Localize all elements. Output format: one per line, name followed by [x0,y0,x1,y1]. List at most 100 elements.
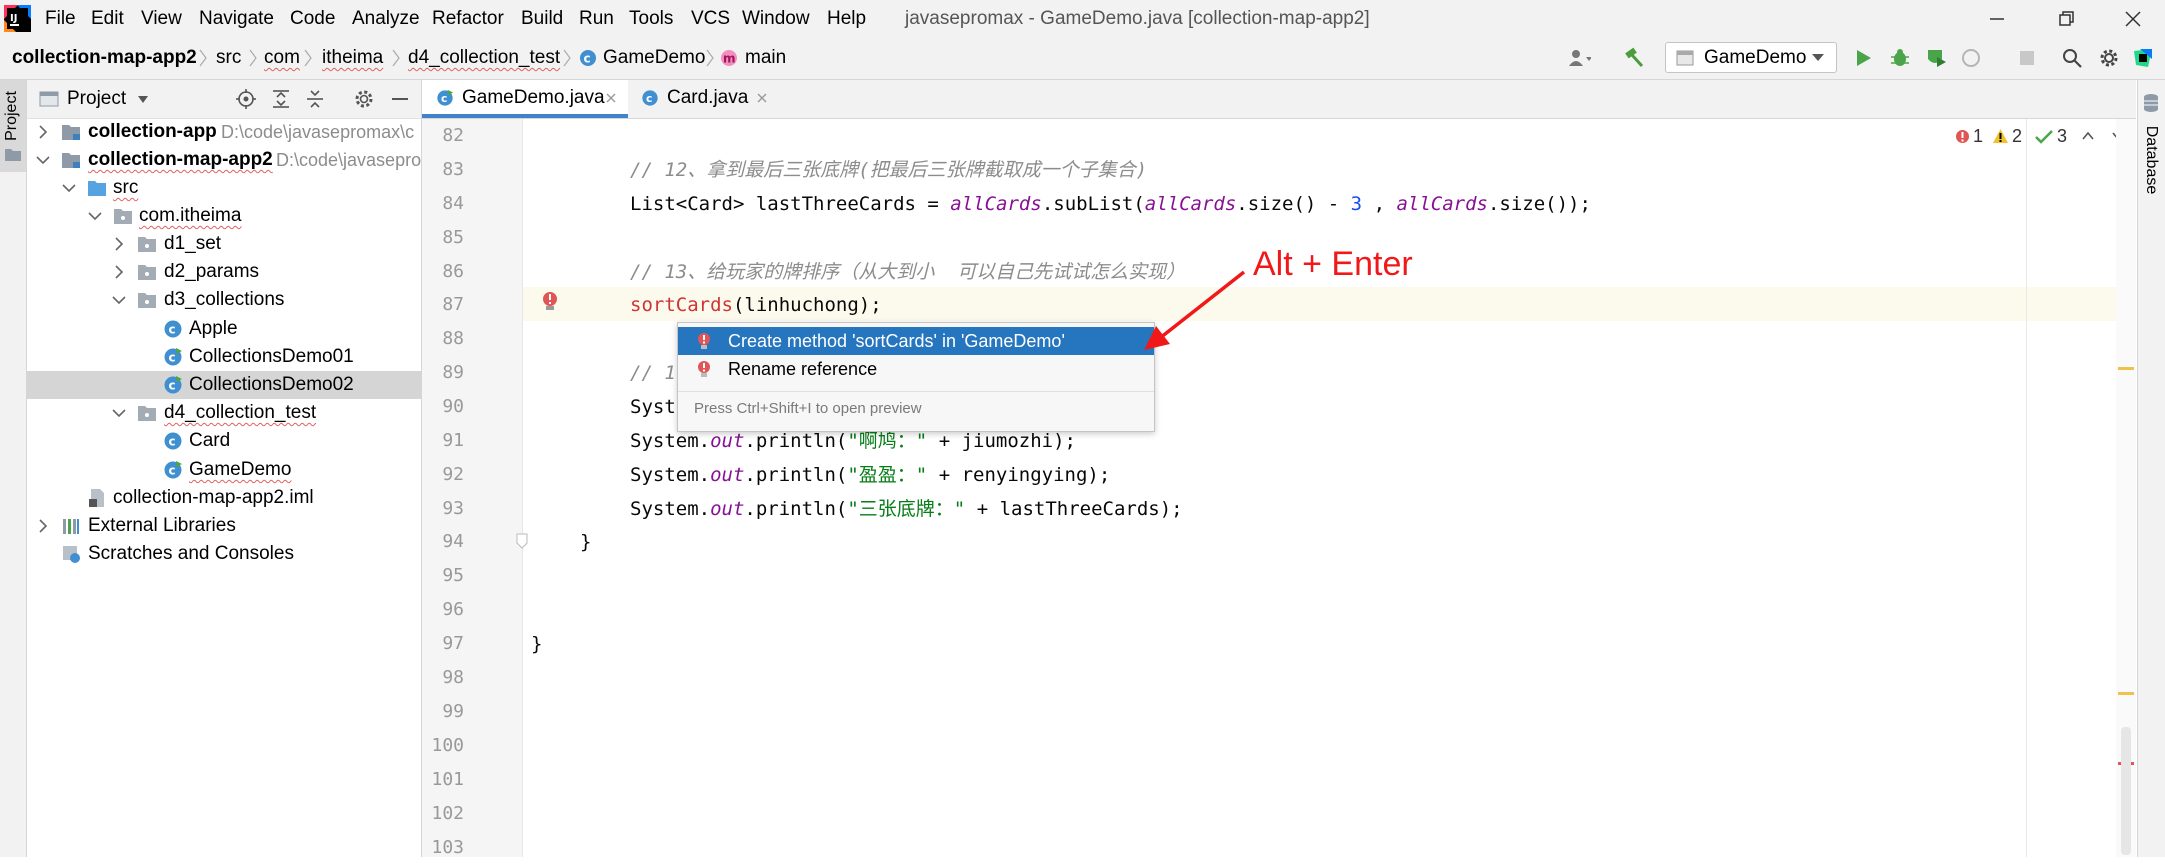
database-tool-label[interactable]: Database [2141,125,2161,195]
error-count[interactable]: 1 [1973,121,1983,151]
code-token: .size()); [1487,193,1591,215]
profile-button[interactable] [1961,46,1985,70]
collapse-all-icon[interactable] [304,88,326,110]
tree-item-collectionsdemo02[interactable]: c CollectionsDemo02 [27,371,421,399]
close-window-button[interactable] [2101,0,2165,37]
menu-vcs[interactable]: VCS [691,0,730,37]
search-everywhere-button[interactable] [2060,46,2084,70]
menu-tools[interactable]: Tools [629,0,673,37]
tree-item-label: CollectionsDemo02 [189,374,354,395]
debug-button[interactable] [1888,46,1912,70]
right-tool-strip [2137,80,2165,857]
menu-edit[interactable]: Edit [91,0,124,37]
line-number: 82 [442,125,464,146]
package-icon [138,265,156,280]
breadcrumb-project[interactable]: collection-map-app2 [12,37,197,79]
tree-item-iml-file[interactable]: collection-map-app2.iml [27,484,421,512]
tree-item-label: CollectionsDemo01 [189,346,354,367]
tree-item-external-libraries[interactable]: External Libraries [27,512,421,540]
run-button[interactable] [1851,46,1875,70]
tree-item-d1-set[interactable]: d1_set [27,230,421,258]
locate-icon[interactable] [235,88,257,110]
fold-marker-icon[interactable] [515,533,529,549]
tree-item-d4-collection-test[interactable]: d4_collection_test [27,399,421,427]
tab-gamedemo-java[interactable]: c GameDemo.java [422,80,628,118]
stop-button[interactable] [2015,46,2039,70]
tree-item-d3-collections[interactable]: d3_collections [27,286,421,314]
warning-marker[interactable] [2118,692,2134,695]
vcs-user-button[interactable] [1567,46,1591,70]
close-tab-icon[interactable] [755,91,769,105]
settings-button[interactable] [2097,46,2121,70]
unresolved-method-call[interactable]: sortCards [630,294,733,316]
tree-item-card[interactable]: c Card [27,427,421,455]
menu-navigate[interactable]: Navigate [199,0,274,37]
line-number: 96 [442,599,464,620]
breadcrumb-src[interactable]: src [216,37,241,79]
scrollbar-thumb[interactable] [2121,727,2131,855]
breadcrumb-d4-collection-test[interactable]: d4_collection_test [408,37,560,79]
breadcrumb-com[interactable]: com [264,37,300,79]
restore-button[interactable] [2035,0,2099,37]
expand-all-icon[interactable] [270,88,292,110]
tree-item-gamedemo[interactable]: c GameDemo [27,456,421,484]
build-button[interactable] [1622,46,1646,70]
tree-item-collectionsdemo01[interactable]: c CollectionsDemo01 [27,343,421,371]
database-icon[interactable] [2142,93,2160,113]
tree-item-label: Card [189,430,231,451]
code-token-field: out [710,430,745,452]
menu-file[interactable]: File [45,0,76,37]
warning-marker[interactable] [2118,367,2134,370]
menu-bar: IJ File Edit View Navigate Code Analyze … [0,0,2165,37]
tab-card-java[interactable]: c Card.java [629,80,789,118]
menu-analyze[interactable]: Analyze [352,0,420,37]
tree-item-com-itheima[interactable]: com.itheima [27,202,421,230]
error-bulb-icon[interactable] [541,290,559,314]
bug-icon [1891,49,1909,66]
tree-item-src[interactable]: src [27,174,421,202]
menu-build[interactable]: Build [521,0,563,37]
chevron-down-icon[interactable] [137,95,149,104]
chevron-right-icon [115,265,124,279]
weak-warning-count[interactable]: 3 [2057,121,2067,151]
code-token: System. [630,430,711,452]
menu-code[interactable]: Code [290,0,335,37]
create-method-action[interactable]: Create method 'sortCards' in 'GameDemo' [678,327,1154,355]
rename-reference-action[interactable]: Rename reference [678,355,1154,383]
tree-item-collection-app[interactable]: collection-app D:\code\javasepromax\c [27,118,421,146]
gear-icon[interactable] [353,88,375,110]
tree-item-label: src [113,177,139,198]
breadcrumb-itheima[interactable]: itheima [322,37,383,79]
run-configuration-select[interactable]: GameDemo [1665,42,1837,73]
line-number: 101 [431,769,464,790]
tree-item-scratches[interactable]: Scratches and Consoles [27,540,421,568]
intellij-logo-icon: IJ [4,5,31,32]
play-icon [1857,50,1871,66]
chevron-down-icon [1812,54,1824,61]
menu-help[interactable]: Help [827,0,866,37]
chevron-up-icon[interactable] [2081,130,2095,142]
tree-item-collection-map-app2[interactable]: collection-map-app2 D:\code\javasepro [27,146,421,174]
minimize-button[interactable] [1965,0,2029,37]
close-tab-icon[interactable] [604,91,618,105]
tree-item-d2-params[interactable]: d2_params [27,258,421,286]
package-icon [114,209,132,224]
breadcrumb-main[interactable]: main [745,37,786,79]
coverage-button[interactable] [1924,46,1948,70]
menu-view[interactable]: View [141,0,182,37]
code-token-field: out [710,464,745,486]
project-panel-header: Project [27,80,421,119]
menu-run[interactable]: Run [579,0,614,37]
hide-panel-icon[interactable] [389,88,411,110]
error-bulb-icon [698,333,710,349]
project-panel-title[interactable]: Project [67,80,126,118]
menu-refactor[interactable]: Refactor [432,0,504,37]
menu-window[interactable]: Window [742,0,810,37]
warning-count[interactable]: 2 [2012,121,2022,151]
breadcrumb-gamedemo[interactable]: GameDemo [603,37,705,79]
code-token-number: 3 [1350,193,1363,215]
restore-icon [2059,10,2074,26]
toolbox-button[interactable] [2131,46,2155,70]
tree-item-label: d1_set [164,233,222,254]
tree-item-apple[interactable]: c Apple [27,315,421,343]
